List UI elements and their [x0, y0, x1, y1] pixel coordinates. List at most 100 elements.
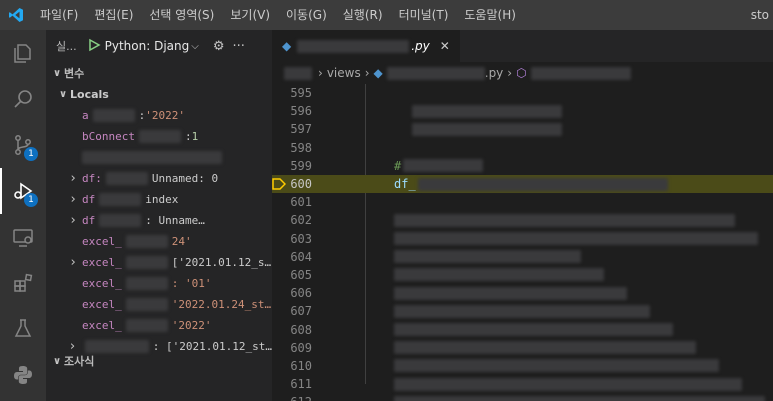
title-bar: 파일(F) 편집(E) 선택 영역(S) 보기(V) 이동(G) 실행(R) 터미널(T) 도… — [0, 0, 773, 30]
variable-row[interactable]: a: '2022' — [46, 105, 272, 126]
redacted-text — [530, 66, 631, 80]
editor-tab[interactable]: ◆ .py ✕ — [272, 30, 460, 62]
variable-row[interactable]: › excel_ ['2021.01.12_s… — [46, 252, 272, 273]
breakpoint-arrow-icon — [272, 178, 287, 193]
code-line[interactable]: 599 # — [272, 157, 773, 175]
menu-item[interactable]: 이동(G) — [278, 0, 335, 30]
chevron-right-icon[interactable]: › — [66, 213, 80, 228]
redacted-text — [394, 323, 673, 337]
redacted-text — [394, 268, 604, 282]
menu-item[interactable]: 편집(E) — [86, 0, 141, 30]
watch-header-label: 조사식 — [64, 355, 95, 368]
search-icon[interactable] — [0, 76, 46, 122]
variable-name: df — [82, 214, 96, 227]
menu-item[interactable]: 도움말(H) — [456, 0, 524, 30]
code-line[interactable]: 608 — [272, 320, 773, 338]
breadcrumb-folder[interactable]: views — [327, 66, 361, 80]
code-line[interactable]: 596 — [272, 102, 773, 120]
chevron-right-icon[interactable]: › — [66, 255, 80, 270]
breadcrumb-file[interactable]: .py — [485, 66, 504, 80]
watch-section-header[interactable]: ∨ 조사식 — [46, 350, 94, 372]
variable-row[interactable]: › df index — [46, 189, 272, 210]
redacted-text — [394, 286, 627, 300]
chevron-right-icon[interactable]: › — [66, 171, 80, 186]
code-line[interactable]: 607 — [272, 302, 773, 320]
tab-label: .py — [411, 39, 430, 53]
variable-row[interactable]: excel_ 24' — [46, 231, 272, 252]
variable-value: : '01' — [171, 277, 212, 290]
activity-bar: 1 1 — [0, 30, 46, 401]
line-number: 595 — [290, 86, 312, 101]
code-line[interactable]: 609 — [272, 339, 773, 357]
window-title: sto — [750, 8, 769, 22]
locals-scope[interactable]: ∨ Locals — [46, 84, 272, 105]
code-line[interactable]: 611 — [272, 375, 773, 393]
more-actions-icon[interactable]: ··· — [232, 39, 244, 54]
variable-row[interactable]: bConnect: 1 — [46, 126, 272, 147]
variables-section-header[interactable]: ∨ 변수 — [46, 62, 272, 84]
variable-row[interactable]: excel_ '2022' — [46, 315, 272, 336]
redacted-text — [284, 66, 312, 80]
code-line[interactable]: 598 — [272, 139, 773, 157]
gear-icon[interactable]: ⚙ — [213, 39, 225, 54]
symbol-icon[interactable]: ⬡ — [516, 66, 526, 80]
code-line[interactable]: 604 — [272, 248, 773, 266]
chevron-down-icon: ⌵ — [191, 40, 199, 52]
variable-row[interactable]: excel_ '2022.01.24_st… — [46, 294, 272, 315]
code-line[interactable]: 601 — [272, 193, 773, 211]
testing-icon[interactable] — [0, 306, 46, 352]
python-icon[interactable] — [0, 352, 46, 398]
variable-row[interactable]: › df : Unname… — [46, 210, 272, 231]
redacted-text — [125, 235, 168, 248]
menu-item[interactable]: 실행(R) — [335, 0, 391, 30]
redacted-text — [394, 304, 650, 318]
menu-bar: 파일(F) 편집(E) 선택 영역(S) 보기(V) 이동(G) 실행(R) 터미널(T) 도… — [32, 0, 524, 30]
code-line[interactable]: 612 — [272, 393, 773, 401]
redacted-text — [125, 319, 168, 332]
line-number: 597 — [290, 122, 312, 137]
remote-explorer-icon[interactable] — [0, 214, 46, 260]
code-line[interactable]: 600 df_ — [272, 174, 773, 194]
variable-value: 1 — [191, 130, 199, 143]
start-debugging-icon[interactable] — [87, 38, 101, 55]
code-line[interactable]: 603 — [272, 230, 773, 248]
redacted-text — [105, 172, 148, 185]
debug-config-name: Python: Djang — [104, 39, 190, 53]
variable-value: Unnamed: 0 — [151, 172, 219, 185]
code-line[interactable]: 606 — [272, 284, 773, 302]
debug-config-select[interactable]: Python: Djang ⌵ — [83, 35, 203, 57]
menu-item[interactable]: 보기(V) — [222, 0, 278, 30]
variable-row[interactable]: excel_ : '01' — [46, 273, 272, 294]
menu-item[interactable]: 터미널(T) — [391, 0, 457, 30]
redacted-text — [403, 159, 484, 173]
variable-value: '2022' — [171, 319, 212, 332]
chevron-right-icon[interactable]: › — [66, 192, 80, 207]
close-icon[interactable]: ✕ — [440, 39, 450, 53]
menu-item[interactable]: 선택 영역(S) — [141, 0, 222, 30]
variable-name: excel_ — [82, 256, 122, 269]
variable-separator: : — [138, 109, 146, 122]
variable-row[interactable] — [46, 147, 272, 168]
extensions-icon[interactable] — [0, 260, 46, 306]
line-number: 607 — [290, 304, 312, 319]
code-line[interactable]: 605 — [272, 266, 773, 284]
run-debug-icon[interactable]: 1 — [0, 168, 46, 214]
code-line[interactable]: 610 — [272, 357, 773, 375]
explorer-icon[interactable] — [0, 30, 46, 76]
editor-area: ◆ .py ✕ › views › ◆ .py › ⬡ 595 596 597 598… — [272, 30, 773, 401]
code-text: df_ — [394, 177, 416, 192]
source-control-icon[interactable]: 1 — [0, 122, 46, 168]
code-editor[interactable]: 595 596 597 598 599 #600 df_ 601 602 603 604 605 606… — [272, 84, 773, 401]
variable-value: '2022' — [145, 109, 185, 122]
code-line[interactable]: 595 — [272, 84, 773, 102]
code-line[interactable]: 602 — [272, 211, 773, 229]
variable-value: 24' — [171, 235, 192, 248]
menu-item[interactable]: 파일(F) — [32, 0, 86, 30]
source-control-badge: 1 — [24, 147, 38, 161]
variable-row[interactable]: › df: Unnamed: 0 — [46, 168, 272, 189]
variable-name: excel_ — [82, 277, 122, 290]
redacted-text — [138, 130, 181, 143]
variable-name: df: — [82, 172, 102, 185]
code-line[interactable]: 597 — [272, 120, 773, 138]
variable-name: excel_ — [82, 298, 122, 311]
